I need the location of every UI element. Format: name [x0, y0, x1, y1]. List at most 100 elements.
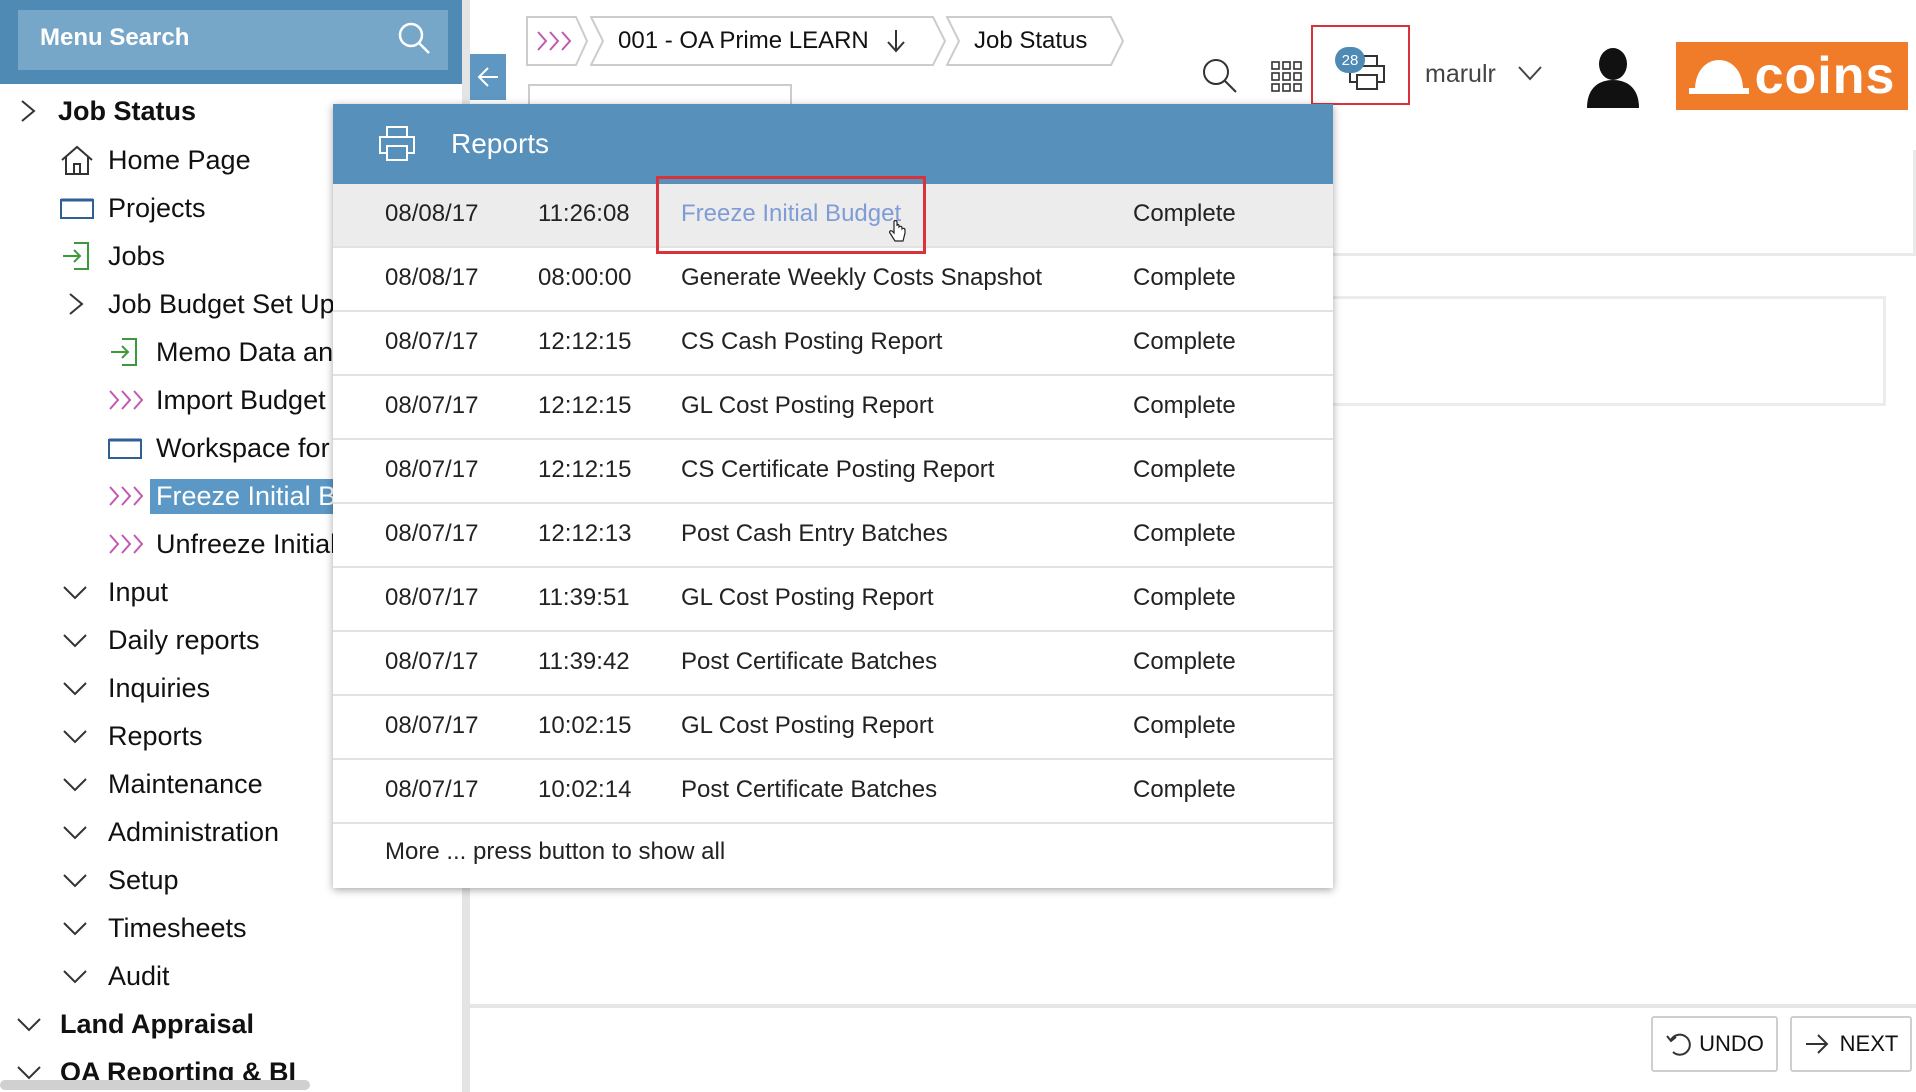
report-row[interactable]: 08/07/17 12:12:15 CS Cash Posting Report…: [333, 312, 1333, 376]
sidebar-item-audit[interactable]: Audit: [62, 954, 170, 998]
report-name: Generate Weekly Costs Snapshot: [681, 264, 1043, 291]
avatar[interactable]: [1583, 46, 1643, 113]
sidebar-scrollbar[interactable]: [0, 1080, 310, 1090]
sidebar-item-job-status[interactable]: Job Status: [18, 89, 196, 133]
report-row[interactable]: 08/07/17 11:39:42 Post Certificate Batch…: [333, 632, 1333, 696]
search-icon[interactable]: [1200, 56, 1238, 99]
report-date: 08/07/17: [385, 648, 479, 675]
report-status: Complete: [1133, 200, 1236, 227]
process-chevrons-icon: [108, 389, 156, 411]
chevron-down-icon: [62, 919, 108, 937]
sidebar-item-land-appraisal[interactable]: Land Appraisal: [16, 1002, 254, 1046]
report-name: CS Cash Posting Report: [681, 328, 943, 355]
sidebar-item-input[interactable]: Input: [62, 570, 168, 614]
report-date: 08/07/17: [385, 520, 479, 547]
arrow-down-icon: [887, 30, 905, 53]
sidebar-item-workspace[interactable]: Workspace for: [108, 426, 330, 470]
sidebar-item-freeze-initial-budget[interactable]: Freeze Initial Bu: [108, 474, 358, 518]
report-time: 10:02:14: [538, 776, 632, 803]
chevron-down-icon: [62, 823, 108, 841]
chevron-down-icon: [62, 967, 108, 985]
menu-search-input[interactable]: Menu Search: [18, 10, 448, 70]
sidebar-item-label: Timesheets: [108, 912, 247, 943]
report-row[interactable]: 08/07/17 10:02:14 Post Certificate Batch…: [333, 760, 1333, 824]
print-count-badge: 28: [1335, 47, 1365, 73]
report-name: Post Certificate Batches: [681, 776, 938, 803]
report-row[interactable]: 08/08/17 08:00:00 Generate Weekly Costs …: [333, 248, 1333, 312]
undo-label: UNDO: [1699, 1031, 1764, 1056]
report-status: Complete: [1133, 520, 1236, 547]
process-chevrons-icon: [537, 31, 572, 51]
report-date: 08/08/17: [385, 200, 479, 227]
report-date: 08/07/17: [385, 584, 479, 611]
report-time: 12:12:15: [538, 392, 632, 419]
sidebar-item-memo-data[interactable]: Memo Data anc: [108, 330, 347, 374]
report-name: Post Certificate Batches: [681, 648, 938, 675]
breadcrumb-company[interactable]: 001 - OA Prime LEARN: [590, 16, 946, 66]
show-all-reports-link[interactable]: More ... press button to show all: [385, 838, 725, 866]
sidebar-item-home-page[interactable]: Home Page: [60, 138, 251, 182]
enter-icon: [108, 336, 156, 368]
process-chevrons-icon: [108, 533, 156, 555]
breadcrumb-page: Job Status: [974, 27, 1088, 54]
report-row[interactable]: 08/07/17 11:39:51 GL Cost Posting Report…: [333, 568, 1333, 632]
sidebar-item-import-budget[interactable]: Import Budget: [108, 378, 326, 422]
sidebar-item-job-budget-set-up[interactable]: Job Budget Set Up: [66, 282, 335, 326]
sidebar-item-label: Projects: [108, 192, 206, 223]
report-row[interactable]: 08/07/17 12:12:15 GL Cost Posting Report…: [333, 376, 1333, 440]
chevron-down-icon: [62, 631, 108, 649]
chevron-down-icon[interactable]: [1517, 64, 1543, 87]
apps-grid-icon[interactable]: [1270, 60, 1304, 99]
report-time: 12:12:13: [538, 520, 632, 547]
breadcrumb-job-status[interactable]: Job Status: [946, 16, 1124, 66]
arrow-right-icon: [1805, 1034, 1829, 1054]
sidebar-item-label: Workspace for: [156, 432, 330, 463]
chevron-right-icon: [66, 292, 108, 316]
sidebar-item-label: Job Status: [58, 95, 197, 126]
sidebar-item-unfreeze-initial-budget[interactable]: Unfreeze Initial: [108, 522, 336, 566]
report-time: 11:26:08: [538, 200, 630, 227]
sidebar-item-administration[interactable]: Administration: [62, 810, 279, 854]
chevron-down-icon: [62, 679, 108, 697]
sidebar-item-label: Job Budget Set Up: [108, 288, 335, 319]
report-time: 12:12:15: [538, 456, 632, 483]
content-panel: [1320, 150, 1916, 256]
home-icon: [60, 144, 108, 176]
content-panel: [1320, 296, 1886, 406]
sidebar-item-timesheets[interactable]: Timesheets: [62, 906, 247, 950]
print-queue-button[interactable]: 28: [1311, 25, 1410, 105]
sidebar-item-label: Administration: [108, 816, 280, 847]
printer-icon: [377, 124, 417, 164]
report-date: 08/08/17: [385, 264, 479, 291]
report-row[interactable]: 08/07/17 12:12:15 CS Certificate Posting…: [333, 440, 1333, 504]
report-name: GL Cost Posting Report: [681, 712, 934, 739]
sidebar-item-label: Daily reports: [108, 624, 260, 655]
sidebar-item-daily-reports[interactable]: Daily reports: [62, 618, 260, 662]
sidebar-item-reports[interactable]: Reports: [62, 714, 203, 758]
sidebar-item-projects[interactable]: Projects: [60, 186, 206, 230]
sidebar-item-label: Reports: [108, 720, 203, 751]
highlight-box: [656, 176, 926, 254]
search-icon[interactable]: [396, 20, 432, 63]
sidebar-item-inquiries[interactable]: Inquiries: [62, 666, 210, 710]
sidebar-item-jobs[interactable]: Jobs: [60, 234, 165, 278]
report-status: Complete: [1133, 584, 1236, 611]
collapse-sidebar-button[interactable]: [470, 54, 506, 100]
chevron-right-icon: [18, 99, 58, 123]
chevron-down-icon: [62, 583, 108, 601]
undo-button[interactable]: UNDO: [1651, 1016, 1778, 1072]
menu-search-bar: Menu Search: [0, 0, 462, 84]
breadcrumb-process-icon[interactable]: [526, 16, 588, 66]
sidebar-item-maintenance[interactable]: Maintenance: [62, 762, 263, 806]
chevron-down-icon: [16, 1015, 60, 1033]
reports-title: Reports: [451, 128, 550, 159]
report-row[interactable]: 08/07/17 12:12:13 Post Cash Entry Batche…: [333, 504, 1333, 568]
process-chevrons-icon: [108, 485, 156, 507]
report-date: 08/07/17: [385, 392, 479, 419]
next-button[interactable]: NEXT: [1790, 1016, 1912, 1072]
report-time: 11:39:42: [538, 648, 630, 675]
user-name[interactable]: marulr: [1425, 60, 1496, 89]
report-row[interactable]: 08/07/17 10:02:15 GL Cost Posting Report…: [333, 696, 1333, 760]
sidebar-item-label: Audit: [108, 960, 170, 991]
sidebar-item-setup[interactable]: Setup: [62, 858, 179, 902]
